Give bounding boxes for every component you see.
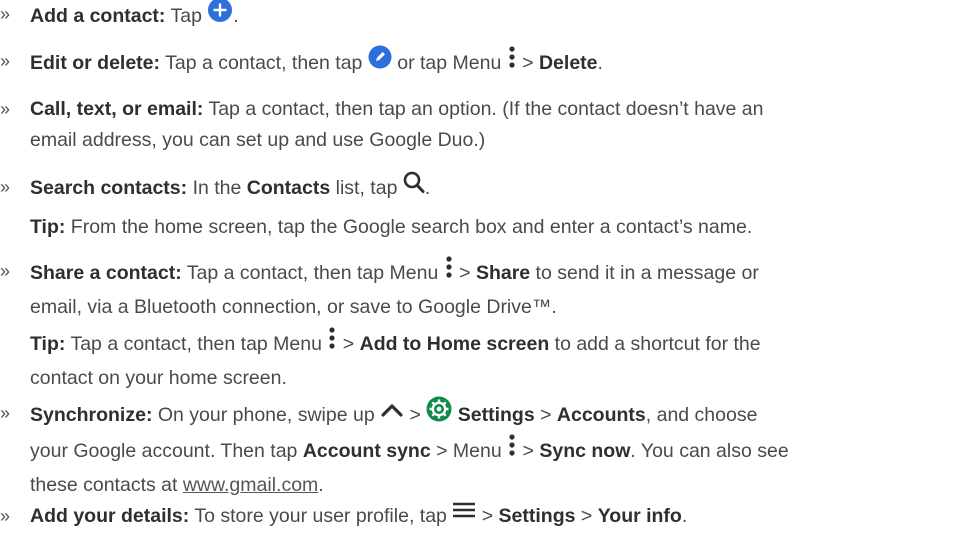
tip-label: Tip: bbox=[30, 216, 66, 238]
item-label: Search contacts: bbox=[30, 177, 188, 200]
item-label: Add your details: bbox=[30, 505, 190, 527]
gmail-link[interactable]: www.gmail.com bbox=[183, 474, 318, 496]
bullet: » bbox=[0, 4, 11, 24]
bullet: » bbox=[0, 51, 11, 71]
edit-pencil-icon bbox=[368, 45, 392, 79]
tip-label: Tip: bbox=[30, 333, 66, 356]
bullet: » bbox=[0, 403, 11, 423]
bullet: » bbox=[0, 506, 11, 526]
chevron-up-icon bbox=[380, 399, 404, 430]
item-label: Share a contact: bbox=[30, 262, 182, 285]
bullet: » bbox=[0, 261, 11, 281]
menu-dots-icon bbox=[507, 44, 517, 80]
item-label: Call, text, or email: bbox=[30, 98, 204, 120]
instructions-page: » Add a contact: Tap . » Edit or delete:… bbox=[0, 0, 980, 535]
item-label: Add a contact: bbox=[30, 5, 166, 28]
add-contact-icon bbox=[207, 0, 233, 33]
item-label: Edit or delete: bbox=[30, 52, 161, 75]
menu-dots-icon bbox=[327, 325, 337, 361]
menu-dots-icon bbox=[507, 432, 517, 468]
search-icon bbox=[403, 170, 425, 204]
bullet: » bbox=[0, 99, 11, 119]
item-label: Synchronize: bbox=[30, 404, 153, 427]
settings-gear-icon bbox=[426, 396, 452, 432]
hamburger-menu-icon bbox=[452, 499, 476, 530]
bullet: » bbox=[0, 177, 11, 197]
menu-dots-icon bbox=[444, 254, 454, 290]
